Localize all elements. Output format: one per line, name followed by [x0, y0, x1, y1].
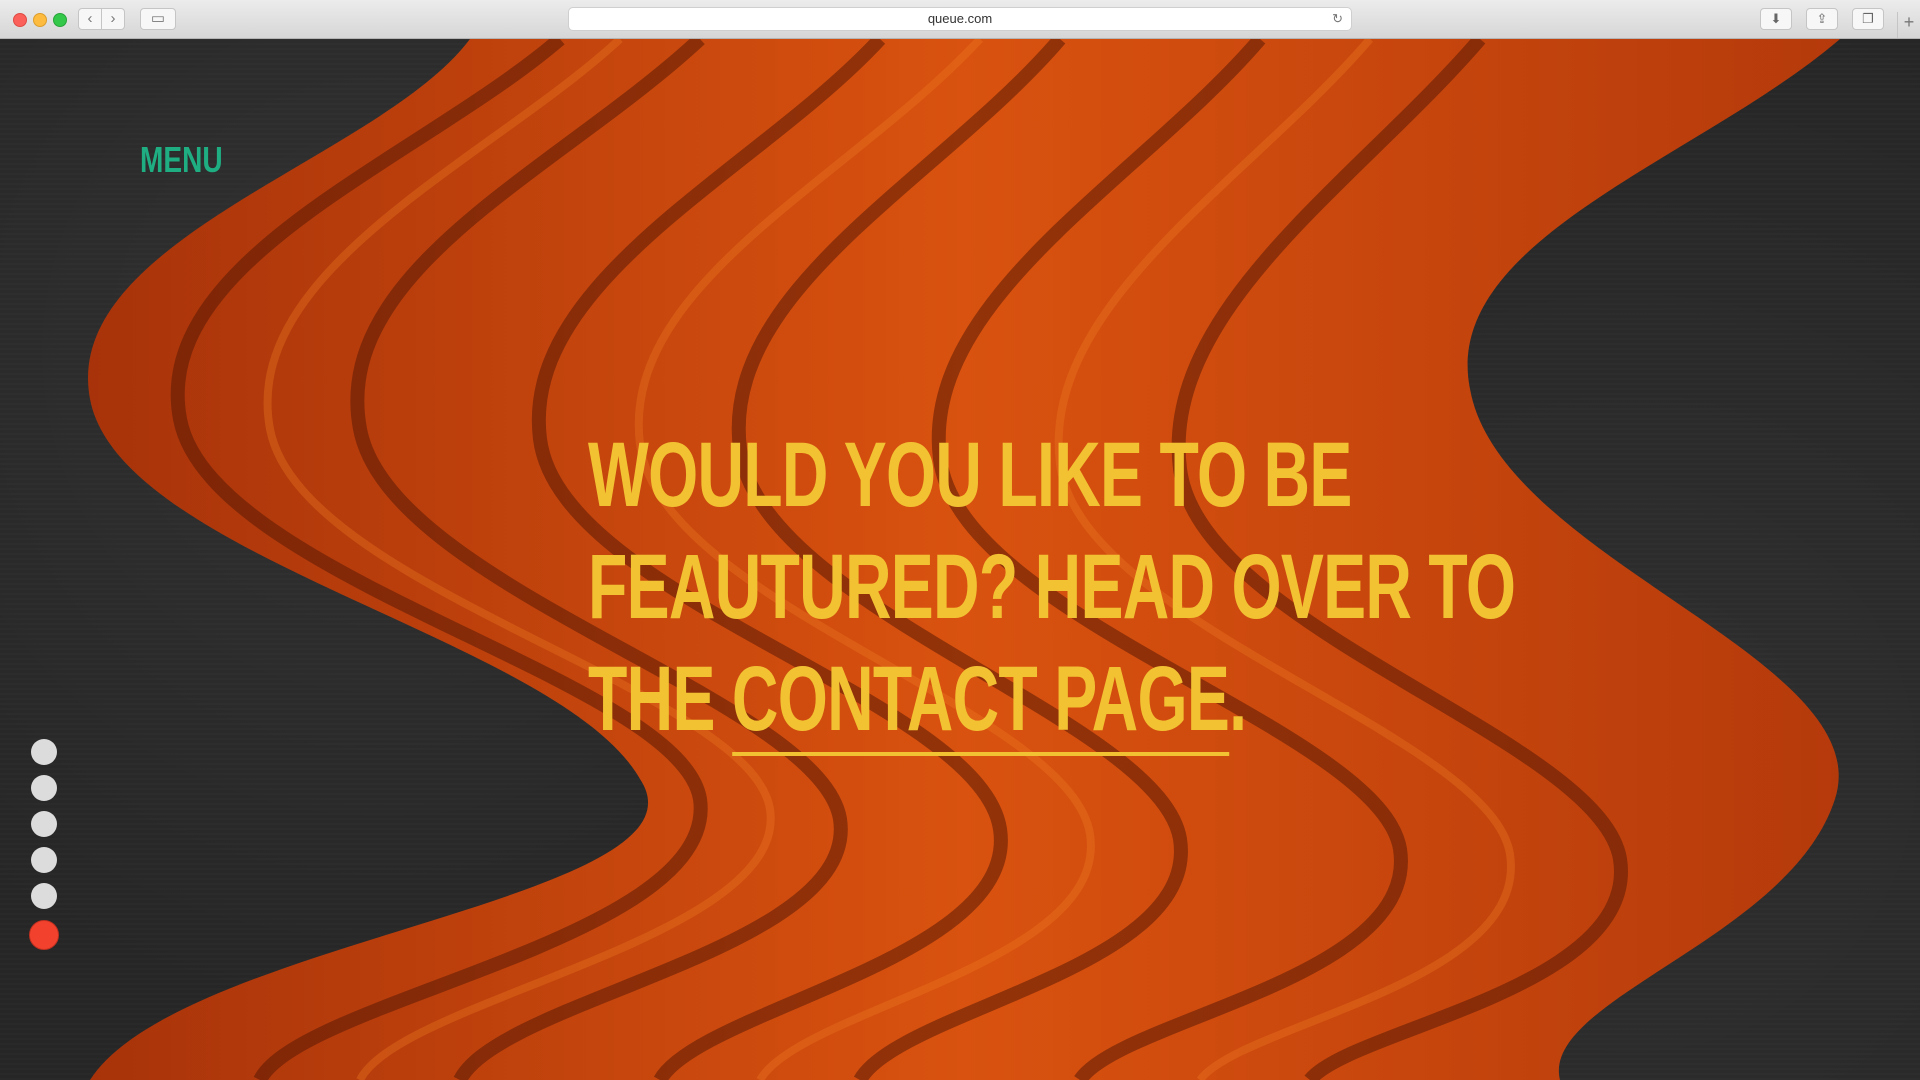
download-icon: ⬇ [1770, 11, 1782, 26]
sidebar-icon: ▭ [150, 10, 166, 27]
pagination-dot-2[interactable] [31, 775, 57, 801]
back-button[interactable]: ‹ [78, 8, 102, 30]
chevron-right-icon: › [110, 10, 116, 27]
zoom-window-button[interactable] [53, 13, 67, 27]
plus-icon: + [1903, 12, 1915, 32]
share-button[interactable]: ⇪ [1806, 8, 1838, 30]
chevron-left-icon: ‹ [87, 10, 93, 27]
minimize-window-button[interactable] [33, 13, 47, 27]
contact-page-link[interactable]: CONTACT PAGE [731, 648, 1230, 756]
forward-button[interactable]: › [101, 8, 125, 30]
url-text: queue.com [927, 11, 993, 26]
show-tabs-button[interactable]: ❐ [1852, 8, 1884, 30]
sidebar-toggle-button[interactable]: ▭ [140, 8, 176, 30]
headline-line-3: THE CONTACT PAGE. [588, 643, 1247, 756]
headline: WOULD YOU LIKE TO BE FEAUTURED? HEAD OVE… [588, 419, 1516, 756]
pagination-dot-3[interactable] [31, 811, 57, 837]
headline-line-3-prefix: THE [588, 648, 732, 750]
reload-icon[interactable]: ↻ [1332, 8, 1343, 30]
headline-line-2: FEAUTURED? HEAD OVER TO [588, 536, 1516, 638]
pagination-dot-5[interactable] [31, 883, 57, 909]
pagination-dot-1[interactable] [31, 739, 57, 765]
pagination-dot-4[interactable] [31, 847, 57, 873]
new-tab-button[interactable]: + [1897, 12, 1920, 38]
tabs-icon: ❐ [1862, 11, 1874, 26]
address-bar[interactable]: queue.com ↻ [568, 7, 1352, 31]
close-window-button[interactable] [13, 13, 27, 27]
headline-line-3-suffix: . [1229, 648, 1247, 750]
headline-line-1: WOULD YOU LIKE TO BE [588, 424, 1352, 526]
browser-toolbar: ‹ › ▭ queue.com ↻ ⬇ ⇪ ❐ + [0, 0, 1920, 39]
download-button[interactable]: ⬇ [1760, 8, 1792, 30]
menu-button[interactable]: MENU [140, 139, 223, 181]
page-viewport: MENU WOULD YOU LIKE TO BE FEAUTURED? HEA… [0, 39, 1920, 1080]
share-icon: ⇪ [1816, 11, 1828, 26]
pagination-dot-6-active[interactable] [29, 920, 59, 950]
